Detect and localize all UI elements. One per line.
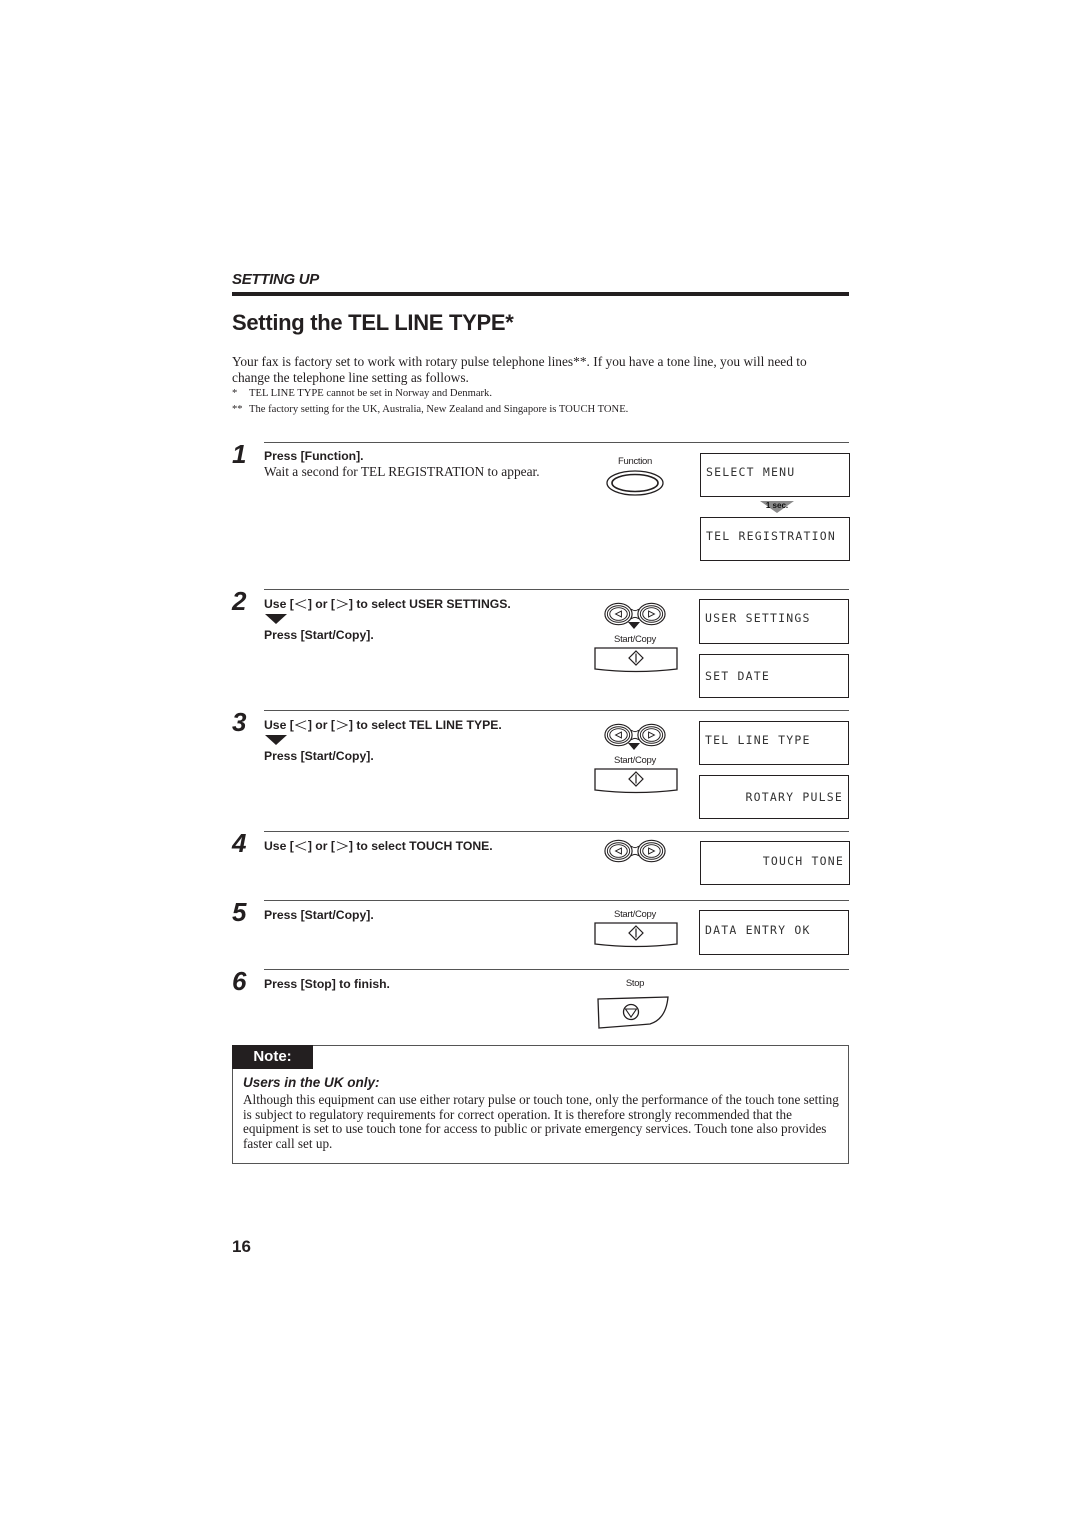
- step-divider: [264, 900, 849, 901]
- left-arrow-icon: [294, 720, 307, 730]
- step-then: Press [Start/Copy].: [264, 628, 374, 642]
- start-copy-caption: Start/Copy: [614, 755, 656, 766]
- start-copy-caption: Start/Copy: [614, 634, 656, 645]
- stop-button[interactable]: [596, 995, 672, 1029]
- step-number: 2: [232, 586, 247, 616]
- section-label: SETTING UP: [232, 271, 320, 288]
- note-tab: Note:: [232, 1045, 313, 1069]
- note-heading: Users in the UK only:: [243, 1075, 380, 1090]
- lcd-display: SET DATE: [699, 654, 849, 698]
- step-instruction: Use [] or [] to select TOUCH TONE.: [264, 839, 493, 853]
- step-divider: [264, 589, 849, 590]
- down-arrow-icon: [628, 743, 640, 750]
- function-button[interactable]: [605, 469, 665, 497]
- note-body: Although this equipment can use either r…: [243, 1092, 839, 1151]
- left-arrow-icon: [294, 841, 307, 851]
- lcd-display: SELECT MENU: [700, 453, 850, 497]
- page-title: Setting the TEL LINE TYPE*: [232, 310, 514, 335]
- step-instruction: Use [] or [] to select TEL LINE TYPE.: [264, 718, 502, 732]
- lcd-display: TEL LINE TYPE: [699, 721, 849, 765]
- step-number: 5: [232, 897, 247, 927]
- arrow-keys[interactable]: [603, 837, 667, 865]
- step-divider: [264, 831, 849, 832]
- step-number: 6: [232, 966, 247, 996]
- lcd-display: TOUCH TONE: [700, 841, 850, 885]
- right-arrow-icon: [336, 599, 348, 609]
- down-arrow-icon: [628, 622, 640, 629]
- step-instruction: Use [] or [] to select USER SETTINGS.: [264, 597, 511, 611]
- then-arrow-icon: [265, 735, 287, 745]
- stop-caption: Stop: [625, 978, 645, 989]
- intro-paragraph: Your fax is factory set to work with rot…: [232, 354, 807, 385]
- lcd-display: ROTARY PULSE: [699, 775, 849, 819]
- step-instruction: Press [Stop] to finish.: [264, 977, 390, 991]
- step-number: 4: [232, 828, 247, 858]
- step-divider: [264, 710, 849, 711]
- step-instruction: Press [Function].: [264, 449, 364, 463]
- step-detail: Wait a second for TEL REGISTRATION to ap…: [264, 464, 540, 479]
- then-arrow-icon: [265, 614, 287, 624]
- step-divider: [264, 442, 849, 443]
- section-rule: [232, 292, 849, 296]
- lcd-display: TEL REGISTRATION: [700, 517, 850, 561]
- footnote-1: * TEL LINE TYPE cannot be set in Norway a…: [232, 388, 492, 399]
- start-copy-caption: Start/Copy: [614, 909, 656, 920]
- start-copy-button[interactable]: [594, 647, 678, 673]
- footnote-2: ** The factory setting for the UK, Austra…: [232, 404, 629, 415]
- page-number: 16: [232, 1237, 251, 1256]
- start-copy-button[interactable]: [594, 922, 678, 948]
- right-arrow-icon: [336, 841, 348, 851]
- lcd-display: USER SETTINGS: [699, 599, 849, 644]
- step-then: Press [Start/Copy].: [264, 749, 374, 763]
- function-button-caption: Function: [617, 456, 653, 467]
- start-copy-button[interactable]: [594, 768, 678, 794]
- step-divider: [264, 969, 849, 970]
- step-instruction: Press [Start/Copy].: [264, 908, 374, 922]
- step-number: 3: [232, 707, 247, 737]
- lcd-display: DATA ENTRY OK: [699, 910, 849, 955]
- left-arrow-icon: [294, 599, 307, 609]
- step-number: 1: [232, 439, 247, 469]
- delay-label: 1 sec.: [765, 501, 789, 510]
- right-arrow-icon: [336, 720, 348, 730]
